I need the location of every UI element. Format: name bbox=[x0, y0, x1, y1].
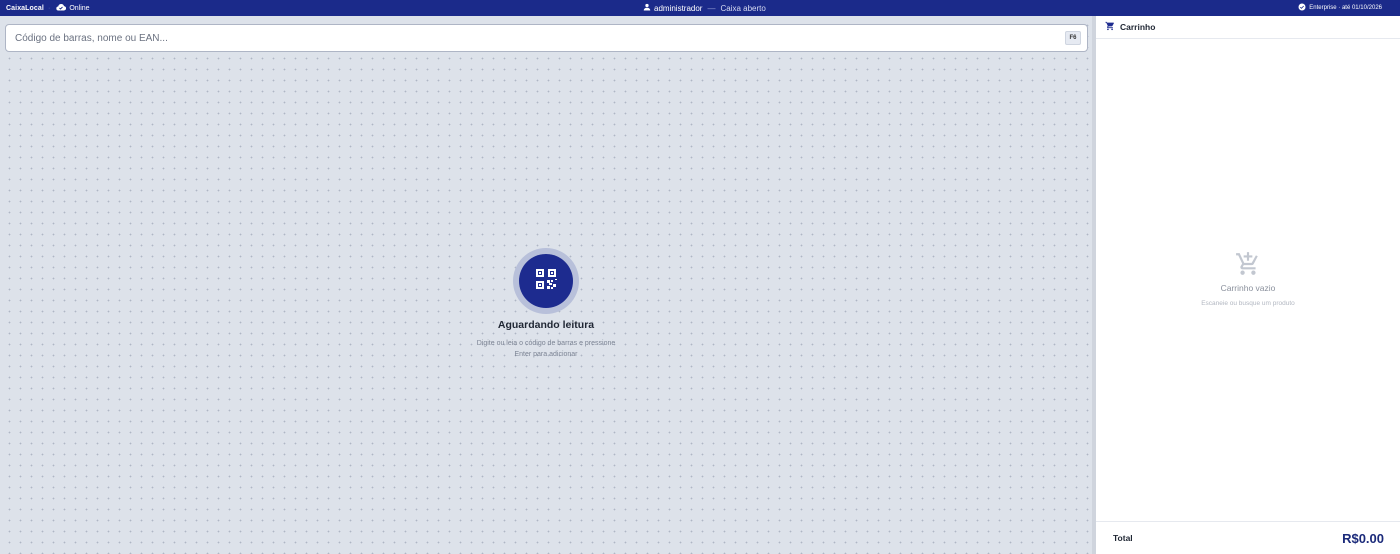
license-info: Enterprise · até 01/10/2026 bbox=[1298, 0, 1382, 16]
connection-status: Online bbox=[56, 3, 90, 13]
awaiting-scan-title: Aguardando leitura bbox=[497, 319, 595, 331]
qr-code-icon bbox=[534, 267, 558, 296]
session-info: administrador — Caixa aberto bbox=[643, 0, 766, 16]
cart-header: Carrinho bbox=[1096, 16, 1400, 39]
session-separator: — bbox=[707, 3, 716, 13]
scanner-area: F6 bbox=[0, 16, 1095, 554]
total-label: Total bbox=[1113, 533, 1133, 543]
awaiting-scan-subtitle: Digite ou leia o código de barras e pres… bbox=[476, 340, 616, 358]
license-label: Enterprise · até 01/10/2026 bbox=[1309, 5, 1382, 11]
verified-check-icon bbox=[1298, 3, 1306, 13]
shortcut-key-badge: F6 bbox=[1065, 31, 1081, 45]
connection-status-label: Online bbox=[69, 4, 90, 12]
shopping-cart-icon bbox=[1105, 18, 1115, 36]
user-name: administrador bbox=[654, 3, 703, 13]
brand-separator: · bbox=[47, 4, 51, 12]
product-search: F6 bbox=[5, 24, 1088, 52]
cart-title: Carrinho bbox=[1120, 22, 1156, 32]
empty-cart-subtitle: Escaneie ou busque um produto bbox=[1201, 300, 1295, 307]
user-icon bbox=[643, 3, 651, 13]
empty-cart-title: Carrinho vazio bbox=[1220, 283, 1276, 293]
cloud-check-icon bbox=[56, 3, 67, 13]
cart-footer: Total R$0.00 bbox=[1096, 521, 1400, 554]
top-bar: CaixaLocal · Online administrador — Caix… bbox=[0, 0, 1400, 16]
awaiting-scan-panel: Aguardando leitura Digite ou leia o códi… bbox=[446, 248, 646, 360]
search-input[interactable] bbox=[6, 25, 1065, 51]
empty-cart-state: Carrinho vazio Escaneie ou busque um pro… bbox=[1096, 251, 1400, 307]
register-status: Caixa aberto bbox=[720, 3, 766, 13]
cart-panel: Carrinho Carrinho vazio Escaneie ou busq… bbox=[1096, 16, 1400, 554]
topbar-left: CaixaLocal · Online bbox=[6, 0, 90, 16]
scanner-badge bbox=[513, 248, 579, 314]
cart-add-icon bbox=[1235, 252, 1261, 281]
total-value: R$0.00 bbox=[1342, 530, 1384, 546]
app-brand: CaixaLocal bbox=[6, 4, 44, 12]
